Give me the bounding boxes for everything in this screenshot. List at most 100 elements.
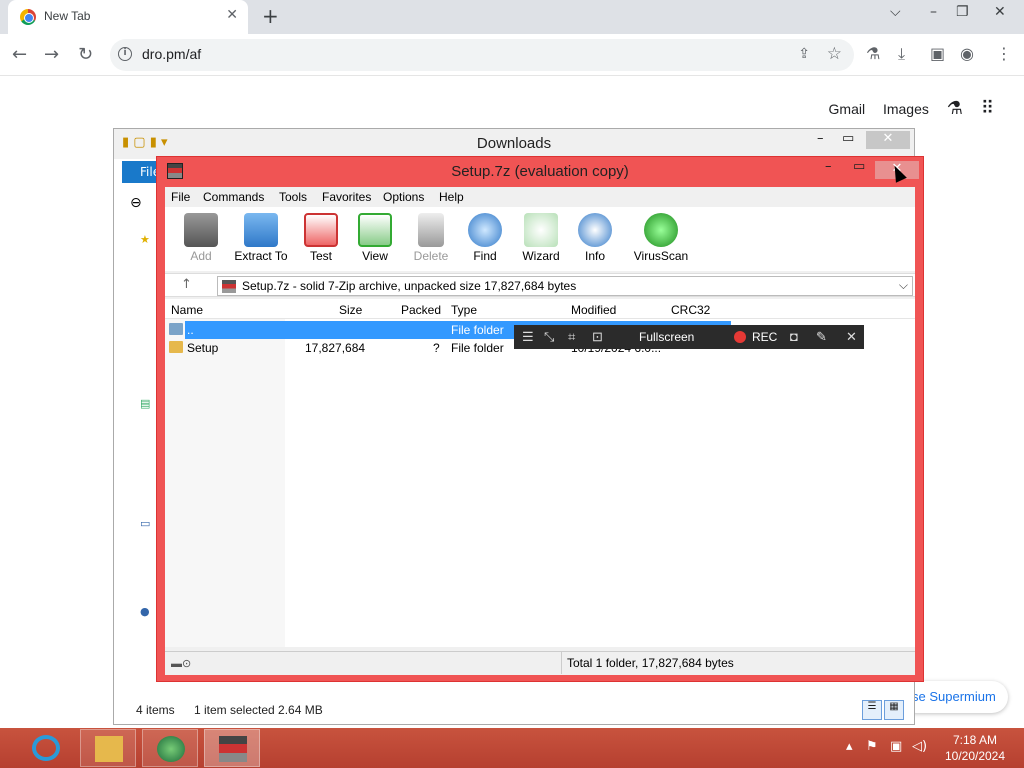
libraries-icon[interactable]: ▤ <box>140 397 150 410</box>
explorer-close-button[interactable]: ✕ <box>866 131 910 149</box>
volume-icon[interactable]: ◁) <box>912 739 927 754</box>
chrome-icon <box>20 9 36 25</box>
pencil-icon[interactable]: ✎ <box>816 329 827 345</box>
explorer-title: Downloads <box>476 135 552 152</box>
tool-add[interactable]: Add <box>173 213 229 263</box>
minimize-button[interactable]: – <box>930 4 937 20</box>
shrink-icon[interactable]: ⤡ <box>544 329 554 345</box>
taskbar-explorer[interactable] <box>80 729 136 767</box>
7zip-title: Setup.7z (evaluation copy) <box>451 163 629 180</box>
menu-options[interactable]: Options <box>383 190 424 204</box>
archive-path-field[interactable]: Setup.7z - solid 7-Zip archive, unpacked… <box>217 276 913 296</box>
tab-close-icon[interactable]: ✕ <box>226 7 238 23</box>
site-info-icon[interactable]: i <box>118 47 132 61</box>
restore-button[interactable]: ❐ <box>956 4 969 20</box>
network-icon[interactable]: ● <box>140 605 150 618</box>
tab-title: New Tab <box>44 9 91 23</box>
add-icon <box>184 213 218 247</box>
forward-button[interactable]: → <box>44 44 59 65</box>
download-icon[interactable]: ⤓ <box>898 44 905 64</box>
file-list-header: Name Size Packed Type Modified CRC32 <box>165 299 915 319</box>
network-icon[interactable]: ▣ <box>890 739 902 754</box>
col-crc32[interactable]: CRC32 <box>671 303 710 317</box>
tool-view[interactable]: View <box>347 213 403 263</box>
chevron-down-icon[interactable]: ⌵ <box>899 278 908 293</box>
menu-help[interactable]: Help <box>439 190 464 204</box>
selection-info: 1 item selected 2.64 MB <box>194 703 323 717</box>
folder-icon <box>169 341 183 353</box>
test-clipboard-icon <box>304 213 338 247</box>
computer-icon[interactable]: ▭ <box>140 517 150 530</box>
favorites-star-icon[interactable]: ★ <box>140 233 150 246</box>
back-button[interactable]: ← <box>12 44 27 65</box>
taskbar-ie[interactable] <box>18 729 74 767</box>
menu-favorites[interactable]: Favorites <box>322 190 371 204</box>
menu-tools[interactable]: Tools <box>279 190 307 204</box>
info-icon <box>578 213 612 247</box>
taskbar-7zip[interactable] <box>204 729 260 767</box>
explorer-minimize-button[interactable]: – <box>817 131 824 146</box>
tab-search-icon[interactable]: ⌵ <box>890 4 901 20</box>
7zip-statusbar: ▬⊙ Total 1 folder, 17,827,684 bytes <box>165 651 915 674</box>
col-type[interactable]: Type <box>451 303 477 317</box>
fullscreen-button[interactable]: Fullscreen <box>639 330 694 344</box>
7zip-status-text: Total 1 folder, 17,827,684 bytes <box>567 656 734 670</box>
details-view-icon[interactable]: ☰ <box>862 700 882 720</box>
back-icon[interactable]: ⊖ <box>130 195 142 211</box>
7zip-body: File Commands Tools Favorites Options He… <box>165 187 915 675</box>
7zip-window: Setup.7z (evaluation copy) – ▭ ✕ File Co… <box>156 156 924 682</box>
new-tab-button[interactable]: + <box>262 4 279 28</box>
col-size[interactable]: Size <box>339 303 362 317</box>
tool-extract-to[interactable]: Extract To <box>233 213 289 263</box>
camera-icon[interactable]: ◘ <box>790 329 798 344</box>
images-link[interactable]: Images <box>883 101 929 117</box>
bookmark-star-icon[interactable]: ☆ <box>827 44 842 64</box>
extract-folder-icon <box>244 213 278 247</box>
region-select-icon[interactable]: ⌗ <box>568 329 575 345</box>
explorer-maximize-button[interactable]: ▭ <box>842 131 854 146</box>
menu-file[interactable]: File <box>171 190 190 204</box>
labs-icon[interactable]: ⚗ <box>947 98 963 118</box>
apps-grid-icon[interactable]: ⠿ <box>981 98 994 118</box>
parent-folder-icon <box>169 323 183 335</box>
share-icon[interactable]: ⇪ <box>798 46 810 62</box>
address-bar[interactable]: i dro.pm/af ⇪ ☆ <box>110 39 854 71</box>
col-modified[interactable]: Modified <box>571 303 616 317</box>
side-panel-icon[interactable]: ▣ <box>930 44 945 63</box>
close-button[interactable]: ✕ <box>994 4 1006 20</box>
tool-delete[interactable]: Delete <box>403 213 459 263</box>
up-arrow-icon[interactable]: ↑ <box>181 277 192 292</box>
close-icon[interactable]: ✕ <box>846 329 857 345</box>
7zip-maximize-button[interactable]: ▭ <box>853 159 865 174</box>
folder-icon <box>95 736 123 762</box>
labs-flask-icon[interactable]: ⚗ <box>866 44 880 63</box>
gmail-link[interactable]: Gmail <box>829 101 866 117</box>
tray-expand-icon[interactable]: ▴ <box>846 739 853 754</box>
reload-button[interactable]: ↻ <box>78 44 93 65</box>
supermium-promo[interactable]: se Supermium <box>900 681 1008 713</box>
large-icons-view-icon[interactable]: ▦ <box>884 700 904 720</box>
tool-find[interactable]: Find <box>457 213 513 263</box>
profile-avatar-icon[interactable]: ◉ <box>960 44 974 63</box>
crop-icon[interactable]: ⊡ <box>592 329 603 345</box>
clock[interactable]: 7:18 AM 10/20/2024 <box>935 732 1015 764</box>
flag-icon[interactable]: ⚑ <box>866 739 878 754</box>
ntp-links: Gmail Images ⚗ ⠿ <box>815 98 994 119</box>
view-book-icon <box>358 213 392 247</box>
menu-kebab-icon[interactable]: ⋮ <box>996 44 1012 63</box>
file-list: Name Size Packed Type Modified CRC32 .. … <box>165 299 915 647</box>
menu-icon[interactable]: ☰ <box>522 329 534 345</box>
file-list-left-pane <box>165 319 285 647</box>
7zip-minimize-button[interactable]: – <box>825 159 832 174</box>
tool-test[interactable]: Test <box>293 213 349 263</box>
record-dot-icon[interactable] <box>734 331 746 343</box>
col-packed[interactable]: Packed <box>401 303 441 317</box>
menu-commands[interactable]: Commands <box>203 190 264 204</box>
browser-tab[interactable]: New Tab ✕ <box>8 0 248 34</box>
rec-button[interactable]: REC <box>752 330 777 344</box>
tool-virusscan[interactable]: VirusScan <box>633 213 689 263</box>
taskbar-browser[interactable] <box>142 729 198 767</box>
tool-info[interactable]: Info <box>567 213 623 263</box>
col-name[interactable]: Name <box>171 303 203 317</box>
tool-wizard[interactable]: Wizard <box>513 213 569 263</box>
